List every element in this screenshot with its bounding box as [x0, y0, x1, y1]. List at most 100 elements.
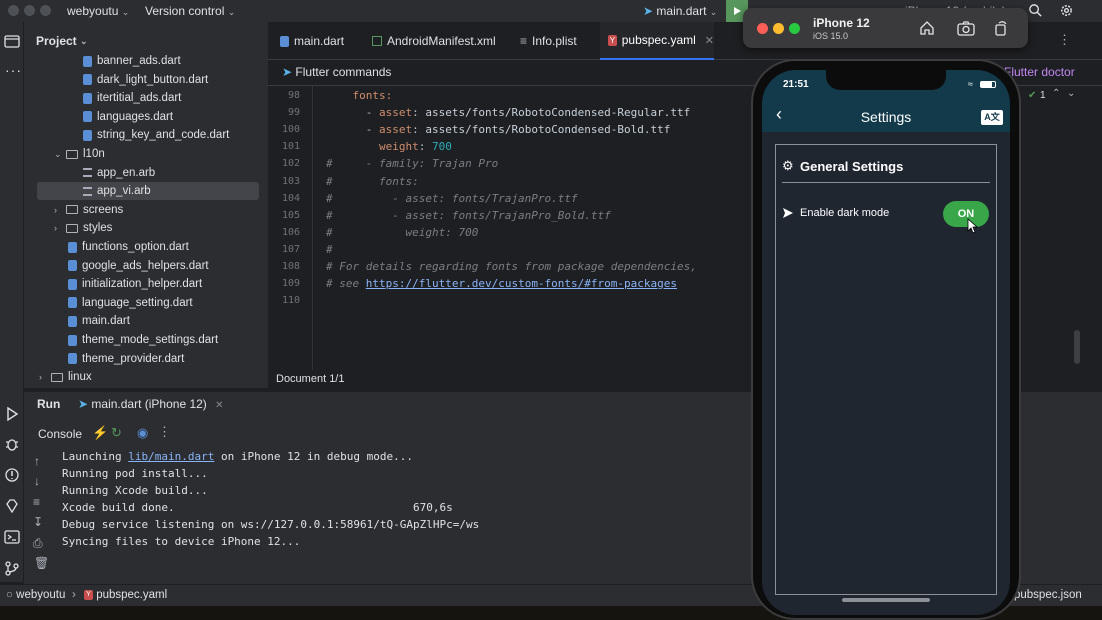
run-config-selector[interactable]: ➤ main.dart ⌄ — [643, 4, 717, 18]
project-tree-item[interactable]: dark_light_button.dart — [24, 71, 268, 89]
project-tree-item[interactable]: app_en.arb — [24, 164, 268, 182]
simulator-minimize-button[interactable] — [773, 23, 784, 34]
project-tree-item[interactable]: theme_mode_settings.dart — [24, 331, 268, 349]
project-tree-item[interactable]: banner_ads.dart — [24, 52, 268, 70]
tab-info-plist[interactable]: ≡ Info.plist — [520, 22, 577, 60]
status-file[interactable]: Y pubspec.yaml — [84, 589, 167, 601]
console-file-link[interactable]: lib/main.dart — [128, 450, 214, 463]
project-tree-item[interactable]: main.dart — [24, 312, 268, 330]
tree-item-label: functions_option.dart — [82, 241, 189, 253]
project-tree-item[interactable]: itertitial_ads.dart — [24, 89, 268, 107]
problems-icon[interactable] — [4, 467, 20, 483]
scroll-up-icon[interactable]: ↑ — [34, 454, 40, 468]
vcs-menu[interactable]: Version control ⌄ — [145, 4, 235, 18]
chevron-right-icon[interactable]: › — [54, 205, 66, 215]
project-tree-item[interactable]: language_setting.dart — [24, 294, 268, 312]
window-zoom-button[interactable] — [40, 5, 51, 16]
flutter-doctor-link[interactable]: Flutter doctor — [1004, 65, 1075, 79]
project-tree-item[interactable]: app_vi.arb — [37, 182, 259, 201]
git-branch-icon[interactable] — [4, 560, 20, 576]
flutter-commands-link[interactable]: ➤ Flutter commands — [282, 65, 391, 79]
project-header-label: Project — [36, 34, 77, 48]
soft-wrap-icon[interactable]: ≡ — [33, 495, 40, 509]
chevron-down-icon[interactable]: ⌄ — [54, 149, 66, 160]
console-text: on iPhone 12 in debug mode... — [214, 450, 414, 463]
tab-label: AndroidManifest.xml — [387, 34, 496, 48]
code-link[interactable]: https://flutter.dev/custom-fonts/#from-p… — [366, 277, 677, 290]
previous-highlight-icon[interactable]: ⌃ — [1052, 88, 1060, 99]
tab-android-manifest[interactable]: AndroidManifest.xml — [372, 22, 496, 60]
language-translate-icon[interactable]: A文 — [981, 110, 1003, 125]
project-tree-item[interactable]: functions_option.dart — [24, 238, 268, 256]
console-line: Debug service listening on ws://127.0.0.… — [62, 518, 479, 531]
tree-item-label: main.dart — [82, 315, 130, 328]
project-panel-header[interactable]: Project ⌄ — [36, 34, 88, 48]
project-tree-item[interactable]: theme_provider.dart — [24, 350, 268, 368]
dart-file-icon — [83, 92, 92, 104]
project-switcher[interactable]: webyoutu ⌄ — [67, 4, 129, 18]
screenshot-camera-icon[interactable] — [957, 20, 975, 36]
close-tab-icon[interactable]: ✕ — [215, 400, 223, 411]
project-tree-item[interactable]: › screens — [24, 201, 268, 219]
status-right-file[interactable]: pubspec.json — [1014, 589, 1082, 601]
editor-scrollbar[interactable] — [1074, 330, 1080, 364]
gem-icon[interactable] — [4, 498, 20, 514]
project-tree-item[interactable]: google_ads_helpers.dart — [24, 257, 268, 275]
console-text: Syncing files to device iPhone 12... — [62, 535, 301, 548]
scroll-down-icon[interactable]: ↓ — [34, 474, 40, 488]
project-tree-item[interactable]: › styles — [24, 219, 268, 237]
settings-gear-icon[interactable] — [1059, 3, 1074, 18]
code-token: # see — [326, 277, 366, 291]
flutter-commands-label: Flutter commands — [295, 65, 392, 79]
tab-pubspec-yaml[interactable]: Ypubspec.yaml ✕ — [600, 22, 714, 60]
tree-item-label: banner_ads.dart — [97, 55, 181, 67]
line-number: 105 — [281, 209, 300, 221]
console-tab[interactable]: Console — [38, 427, 82, 441]
simulator-zoom-button[interactable] — [789, 23, 800, 34]
hot-reload-icon[interactable]: ⚡ — [92, 425, 108, 441]
simulator-close-button[interactable] — [757, 23, 768, 34]
chevron-right-icon[interactable]: › — [54, 223, 66, 233]
window-close-button[interactable] — [8, 5, 19, 16]
terminal-icon[interactable] — [4, 529, 20, 545]
dart-file-icon — [68, 353, 77, 365]
tab-main-dart[interactable]: main.dart — [280, 22, 344, 60]
inspection-count: 1 — [1040, 90, 1046, 101]
project-tree-item[interactable]: initialization_helper.dart — [24, 275, 268, 293]
more-tabs-icon[interactable]: ⋮ — [1058, 32, 1071, 48]
clear-trash-icon[interactable]: 🗑 — [34, 556, 49, 570]
console-line: Running pod install... — [62, 467, 208, 480]
more-tools-icon[interactable]: ··· — [5, 62, 22, 78]
debug-bug-icon[interactable] — [4, 436, 20, 452]
line-number: 107 — [281, 243, 300, 255]
print-icon[interactable]: ⎙ — [33, 536, 43, 551]
scroll-to-end-icon[interactable]: ↧ — [33, 515, 43, 529]
project-tree-item[interactable]: languages.dart — [24, 108, 268, 126]
home-icon[interactable] — [919, 20, 935, 36]
run-tool-icon[interactable] — [4, 406, 20, 422]
code-line: # - family: Trajan Pro — [326, 157, 498, 170]
yaml-file-icon: Y — [84, 589, 93, 600]
project-tree-item[interactable]: ⌄ l10n — [24, 145, 268, 163]
notch — [826, 70, 946, 90]
rotate-icon[interactable] — [993, 20, 1009, 36]
code-token: asset — [378, 123, 413, 137]
close-tab-icon[interactable]: ✕ — [705, 34, 714, 47]
chevron-right-icon[interactable]: › — [39, 372, 51, 382]
hot-restart-icon[interactable]: ↻ — [111, 425, 122, 441]
yaml-file-icon: Y — [608, 34, 617, 46]
dark-mode-toggle[interactable]: ON — [943, 201, 989, 227]
iphone-screen[interactable]: 21:51 ≈ ‹ Settings A文 ⚙ General Settings… — [762, 70, 1010, 615]
tree-item-label: styles — [83, 222, 113, 235]
xml-file-icon — [372, 36, 382, 46]
devtools-icon[interactable]: ◉ — [137, 425, 148, 441]
next-highlight-icon[interactable]: ⌄ — [1067, 88, 1075, 99]
window-minimize-button[interactable] — [24, 5, 35, 16]
more-options-icon[interactable]: ⋮ — [158, 424, 171, 440]
code-line: fonts: — [326, 89, 392, 102]
project-folder-icon[interactable] — [4, 34, 20, 48]
search-icon[interactable] — [1028, 3, 1043, 18]
status-project[interactable]: ○ webyoutu — [6, 589, 65, 601]
project-tree-item[interactable]: › linux — [24, 368, 268, 386]
project-tree-item[interactable]: string_key_and_code.dart — [24, 126, 268, 144]
